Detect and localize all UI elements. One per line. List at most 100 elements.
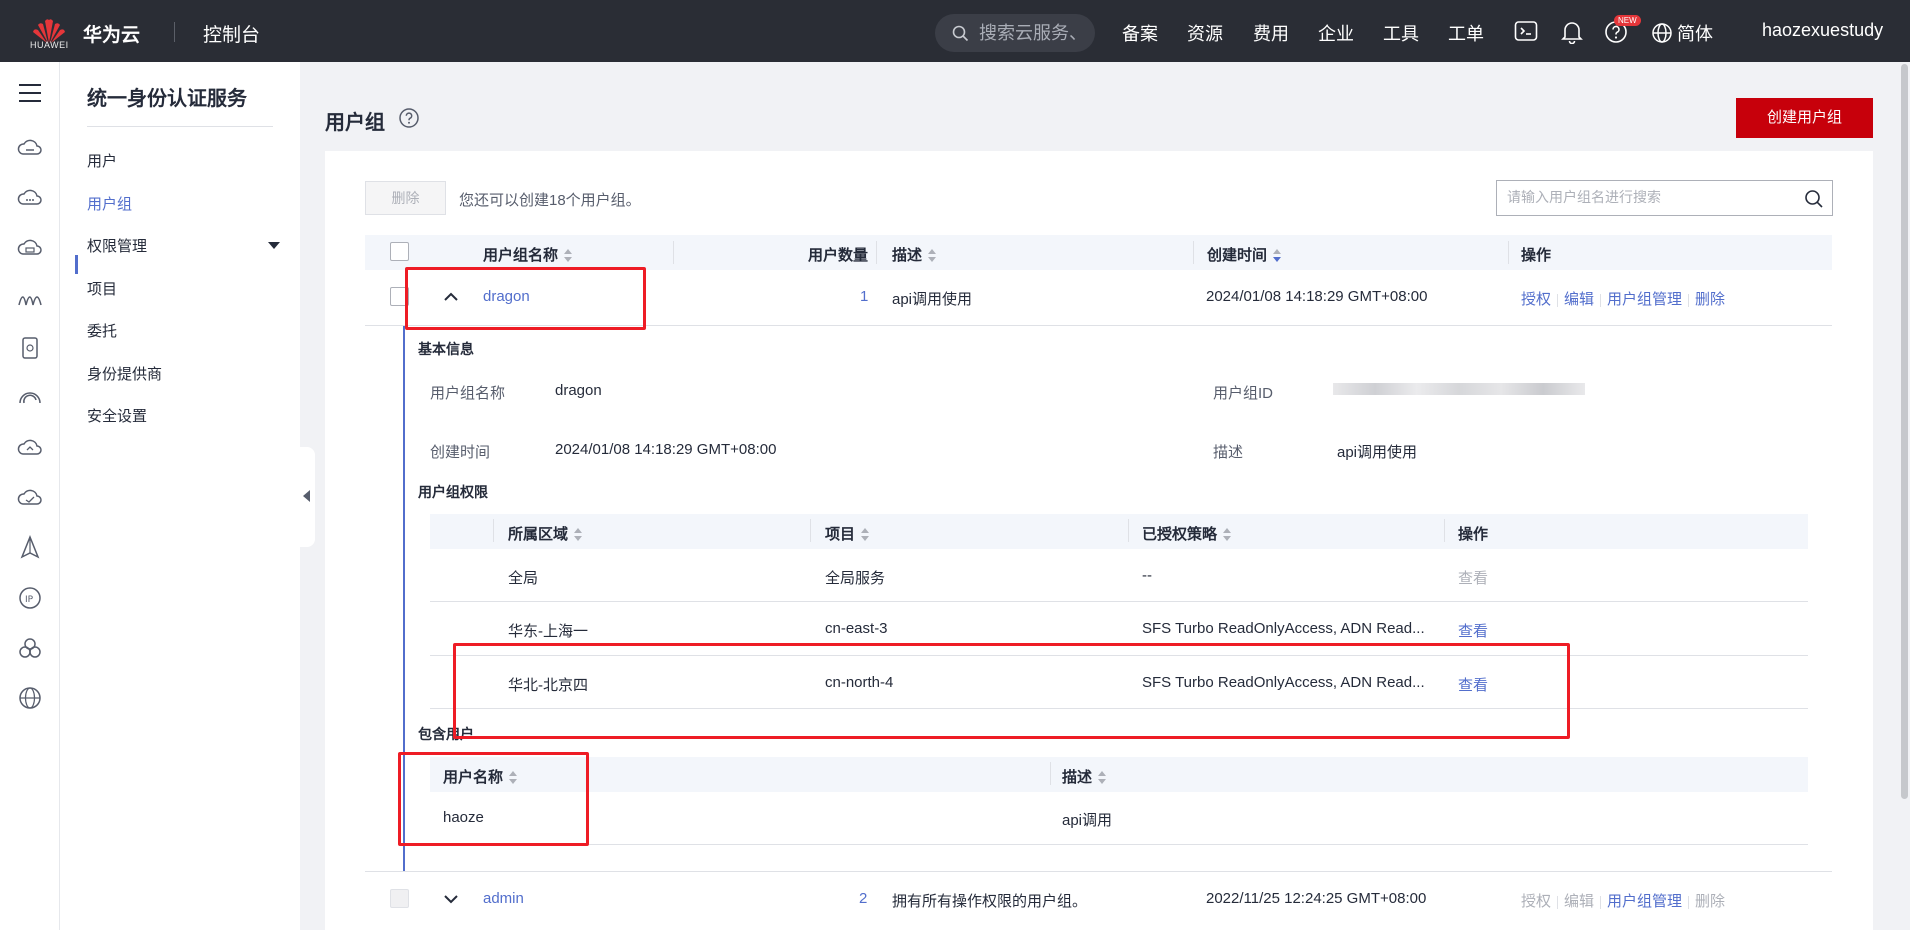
nav-billing[interactable]: 费用 <box>1253 20 1289 46</box>
column-header-count: 用户数量 <box>808 247 869 264</box>
sidebar-item-identity-providers[interactable]: 身份提供商 <box>87 363 162 384</box>
nav-enterprise[interactable]: 企业 <box>1318 20 1354 46</box>
cluster-icon[interactable] <box>17 635 43 661</box>
sort-icon[interactable] <box>1098 771 1107 785</box>
storage-icon[interactable] <box>17 235 43 261</box>
row-divider <box>430 844 1808 845</box>
delete-button[interactable]: 删除 <box>365 181 446 215</box>
globe-icon[interactable] <box>1651 22 1673 44</box>
sidebar-item-user-groups[interactable]: 用户组 <box>87 193 132 214</box>
chevron-down-icon[interactable] <box>443 891 459 907</box>
manage-group-link[interactable]: 用户组管理 <box>1607 893 1682 910</box>
row-checkbox-disabled <box>390 889 409 908</box>
terminal-icon[interactable] <box>1514 20 1538 42</box>
global-search[interactable]: 搜索云服务、 <box>935 14 1095 52</box>
sidebar-item-security-settings[interactable]: 安全设置 <box>87 405 147 426</box>
chevron-down-icon[interactable] <box>268 242 280 249</box>
row-divider <box>430 601 1808 602</box>
analytics-icon[interactable] <box>17 285 43 311</box>
row-divider <box>365 871 1832 872</box>
service-icon-rail: IP <box>0 62 60 930</box>
column-header-description[interactable]: 描述 <box>892 244 937 265</box>
global-search-placeholder: 搜索云服务、 <box>979 23 1087 43</box>
monitor-cloud-icon[interactable] <box>17 485 43 511</box>
sort-desc-icon[interactable] <box>1273 249 1282 263</box>
column-divider <box>810 519 811 542</box>
language-switch[interactable]: 简体 <box>1677 20 1713 46</box>
sort-icon[interactable] <box>564 249 573 263</box>
hamburger-menu-icon[interactable] <box>17 80 43 106</box>
column-header-name[interactable]: 用户组名称 <box>483 244 573 265</box>
quota-text: 您还可以创建18个用户组。 <box>459 192 641 209</box>
sort-icon[interactable] <box>928 249 937 263</box>
vertical-scrollbar[interactable] <box>1900 62 1910 930</box>
edit-link[interactable]: 编辑 <box>1564 291 1594 308</box>
column-divider <box>1444 519 1445 542</box>
group-search-input[interactable] <box>1507 189 1787 205</box>
global-icon[interactable] <box>17 685 43 711</box>
cloud-icon[interactable] <box>17 185 43 211</box>
authorize-link[interactable]: 授权 <box>1521 291 1551 308</box>
question-circle-icon[interactable] <box>398 107 420 129</box>
column-header-user-desc[interactable]: 描述 <box>1062 766 1107 787</box>
perm-policy: -- <box>1142 567 1152 584</box>
column-header-actions: 操作 <box>1521 247 1552 264</box>
console-link[interactable]: 控制台 <box>203 20 260 47</box>
network-icon[interactable] <box>17 385 43 411</box>
user-count-link[interactable]: 1 <box>860 288 868 305</box>
create-user-group-button[interactable]: 创建用户组 <box>1736 98 1873 138</box>
nav-resources[interactable]: 资源 <box>1187 20 1223 46</box>
group-name-link[interactable]: admin <box>483 890 524 907</box>
chevron-left-icon <box>303 490 310 502</box>
user-count-link[interactable]: 2 <box>859 890 867 907</box>
sidebar-collapse-handle[interactable] <box>300 447 315 547</box>
container-icon[interactable] <box>17 335 43 361</box>
nav-tickets[interactable]: 工单 <box>1448 20 1484 46</box>
nav-tools[interactable]: 工具 <box>1383 20 1419 46</box>
nav-filing[interactable]: 备案 <box>1122 20 1158 46</box>
service-title-divider <box>87 126 273 127</box>
column-header-perm-actions: 操作 <box>1458 526 1489 543</box>
group-created-time: 2024/01/08 14:18:29 GMT+08:00 <box>1206 288 1428 305</box>
members-table-header <box>430 757 1808 792</box>
delete-link[interactable]: 删除 <box>1695 291 1725 308</box>
ai-icon[interactable] <box>17 535 43 561</box>
new-badge: NEW <box>1614 15 1641 26</box>
scrollbar-thumb[interactable] <box>1901 64 1908 799</box>
sidebar-item-projects[interactable]: 项目 <box>87 278 117 299</box>
column-divider <box>1508 241 1509 264</box>
manage-group-link[interactable]: 用户组管理 <box>1607 291 1682 308</box>
column-header-policy[interactable]: 已授权策略 <box>1142 523 1232 544</box>
svg-text:IP: IP <box>25 595 34 605</box>
group-description: api调用使用 <box>892 291 973 308</box>
ip-icon[interactable]: IP <box>17 585 43 611</box>
column-header-region[interactable]: 所属区域 <box>508 523 583 544</box>
perm-view-link[interactable]: 查看 <box>1458 620 1488 641</box>
column-header-created[interactable]: 创建时间 <box>1207 244 1282 265</box>
sidebar-item-agencies[interactable]: 委托 <box>87 320 117 341</box>
created-time-label: 创建时间 <box>430 444 491 461</box>
sort-icon[interactable] <box>574 528 583 542</box>
delete-link-disabled: 删除 <box>1695 893 1726 910</box>
upload-cloud-icon[interactable] <box>17 435 43 461</box>
section-title-permissions: 用户组权限 <box>418 484 488 500</box>
column-header-project[interactable]: 项目 <box>825 523 870 544</box>
sidebar-item-permissions[interactable]: 权限管理 <box>87 235 147 256</box>
sidebar-item-users[interactable]: 用户 <box>87 150 117 171</box>
select-all-checkbox[interactable] <box>390 242 409 261</box>
group-search-box[interactable] <box>1496 180 1833 216</box>
side-menu: 统一身份认证服务 用户 用户组 权限管理 项目 委托 身份提供商 安全设置 <box>60 62 300 930</box>
service-title: 统一身份认证服务 <box>87 88 247 110</box>
column-divider <box>673 241 674 264</box>
search-icon[interactable] <box>1804 189 1824 209</box>
bell-icon[interactable] <box>1561 20 1583 44</box>
highlight-box-group-row <box>405 267 646 330</box>
sort-icon[interactable] <box>861 528 870 542</box>
cloud-server-icon[interactable] <box>17 135 43 161</box>
user-account[interactable]: haozexuestudy <box>1762 20 1883 41</box>
sort-icon[interactable] <box>1223 528 1232 542</box>
group-created-time: 2022/11/25 12:24:25 GMT+08:00 <box>1206 890 1427 907</box>
member-description: api调用 <box>1062 812 1113 829</box>
edit-link-disabled: 编辑 <box>1564 893 1595 910</box>
brand-name[interactable]: 华为云 <box>83 20 140 47</box>
